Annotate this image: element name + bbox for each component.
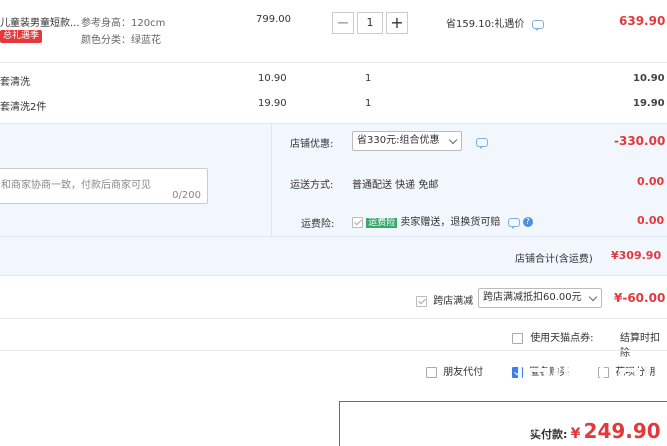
addon-subtotal-0: 10.90 [633,73,665,84]
addon-subtotal-1: 19.90 [633,98,665,109]
addon-name-0: 套清洗 [0,77,30,88]
insurance-checkbox[interactable] [352,216,363,228]
discount-text: 省159.10:礼遇价 [446,19,525,30]
chevron-down-icon [588,292,598,302]
chat-icon[interactable] [507,217,520,229]
insurance-row: 运费险 卖家赠送，退换货可赔 ? [352,213,533,230]
friend-pay-label: 朋友代付 [443,367,484,378]
shipping-method: 普通配送 快递 免邮 [352,180,439,191]
chat-icon[interactable] [531,19,544,31]
addon-name-1: 套清洗2件 [0,102,47,113]
store-total-label: 店铺合计(含运费) [515,254,593,265]
cross-store-label: 跨店满减 [433,296,474,307]
seller-message-input[interactable]: 和商家协商一致，付款后商家可见 0/200 [0,168,208,204]
cross-store-value: 跨店满减抵扣60.00元 [483,292,582,303]
store-discount-select[interactable]: 省330元:组合优惠 [352,131,462,151]
watermark-site-text: zhi [520,422,543,436]
product-subtotal: 639.90 [619,14,666,28]
cross-store-row: 跨店满减 [416,292,473,307]
chevron-down-icon [448,135,458,145]
insurance-label: 运费险: [301,219,335,230]
product-spec-height: 参考身高：120cm [81,18,166,29]
message-placeholder: 和商家协商一致，付款后商家可见 [1,180,151,191]
addon-price-0: 10.90 [258,73,287,84]
store-discount-amount: -330.00 [614,134,666,148]
qty-minus-button[interactable]: − [332,12,354,34]
store-discount-value: 省330元:组合优惠 [357,135,440,146]
insurance-text: 卖家赠送，退换货可赔 [400,217,501,228]
product-spec-color: 颜色分类：绿蓝花 [81,35,161,46]
site-watermark: zhi [512,352,662,444]
unit-price: 799.00 [256,14,291,25]
promo-badge: 总礼遇季 [0,30,43,43]
chat-icon[interactable] [476,137,488,149]
friend-pay-option[interactable]: 朋友代付 [426,363,483,378]
qty-input[interactable]: 1 [357,12,383,34]
friend-pay-checkbox[interactable] [426,366,437,378]
product-title[interactable]: 儿童装男童短款... [0,14,80,29]
store-total-amount: ¥309.90 [611,249,662,262]
cross-store-checkbox[interactable] [416,295,427,307]
product-discount: 省159.10:礼遇价 [446,15,544,31]
watermark-logo-icon [518,358,650,398]
tmall-points-row: 使用天猫点券: [512,329,594,344]
message-counter: 0/200 [172,190,201,201]
store-discount-label: 店铺优惠: [290,139,334,150]
tmall-points-checkbox[interactable] [512,332,523,344]
qty-plus-button[interactable]: + [386,12,408,34]
addon-price-1: 19.90 [258,98,287,109]
cross-store-select[interactable]: 跨店满减抵扣60.00元 [478,288,602,308]
shipping-amount: 0.00 [637,175,665,188]
help-icon[interactable]: ? [522,217,533,227]
tmall-points-label: 使用天猫点券: [530,333,594,344]
insurance-amount: 0.00 [637,214,665,227]
addon-qty-0: 1 [365,73,372,84]
insurance-badge: 运费险 [366,218,398,228]
shipping-label: 运送方式: [290,180,334,191]
cross-store-amount: ¥-60.00 [614,291,666,305]
addon-qty-1: 1 [365,98,372,109]
